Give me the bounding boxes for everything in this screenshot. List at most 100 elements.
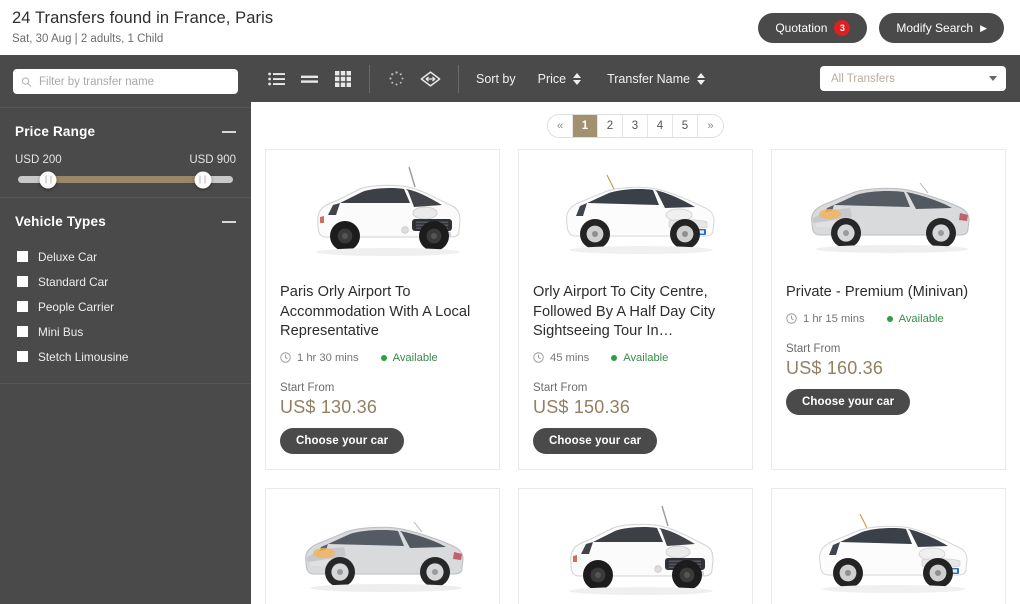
vehicle-type-option[interactable]: Deluxe Car bbox=[15, 244, 236, 269]
transfer-card[interactable]: Orly Airport To City Centre, bbox=[771, 487, 1006, 604]
transfer-search-results-page: 24 Transfers found in France, Paris Sat,… bbox=[0, 0, 1020, 604]
results-grid-row-1: Paris Orly Airport To Accommodation With… bbox=[251, 149, 1020, 470]
pagination-wrap: « 1 2 3 4 5 » bbox=[251, 102, 1020, 149]
results-grid-row-2: Private - Premium bbox=[251, 487, 1020, 604]
price-range-handle-min[interactable] bbox=[39, 171, 57, 188]
transfer-card-body: Orly Airport To City Centre, Followed By… bbox=[519, 272, 752, 469]
transfer-card-body: Paris Orly Airport To Accommodation With… bbox=[266, 272, 499, 469]
search-input[interactable] bbox=[39, 69, 238, 94]
vehicle-types-list: Deluxe Car Standard Car People Carrier M… bbox=[15, 244, 236, 369]
page-title: 24 Transfers found in France, Paris bbox=[12, 9, 274, 27]
price-range-collapse-icon[interactable] bbox=[222, 130, 236, 133]
checkbox-icon[interactable] bbox=[17, 301, 28, 312]
pagination-page-4[interactable]: 4 bbox=[648, 115, 673, 137]
quotation-button[interactable]: Quotation 3 bbox=[758, 13, 868, 43]
vehicle-types-collapse-icon[interactable] bbox=[222, 220, 236, 223]
price-range-filter: Price Range USD 200 USD 900 bbox=[0, 108, 251, 198]
grid-view-icon[interactable] bbox=[333, 69, 352, 88]
caret-right-icon: ▶ bbox=[980, 22, 987, 33]
transfer-title: Paris Orly Airport To Accommodation With… bbox=[280, 284, 471, 339]
choose-your-car-button[interactable]: Choose your car bbox=[533, 427, 658, 454]
vehicle-image-white-hatchback bbox=[523, 492, 748, 604]
page-title-block: 24 Transfers found in France, Paris Sat,… bbox=[8, 8, 273, 46]
filters-sidebar: Price Range USD 200 USD 900 Vehicle Type… bbox=[0, 55, 251, 604]
sort-by-label: Sort by bbox=[476, 71, 516, 86]
sort-option-price-label: Price bbox=[537, 71, 567, 86]
vehicle-type-label: Standard Car bbox=[38, 274, 109, 289]
view-mode-group bbox=[267, 69, 352, 88]
availability-dot-icon bbox=[380, 354, 387, 361]
price-range-handle-max[interactable] bbox=[194, 171, 212, 188]
price-range-slider[interactable] bbox=[18, 171, 233, 188]
pagination-page-5[interactable]: 5 bbox=[673, 115, 698, 137]
start-from-label: Start From bbox=[533, 381, 588, 394]
pagination-page-2[interactable]: 2 bbox=[598, 115, 623, 137]
checkbox-icon[interactable] bbox=[17, 351, 28, 362]
sidebar-search-zone bbox=[0, 55, 251, 108]
pagination-next[interactable]: » bbox=[698, 115, 723, 137]
transfer-availability: Available bbox=[380, 352, 438, 364]
clock-icon bbox=[280, 352, 291, 363]
vehicle-type-option[interactable]: Standard Car bbox=[15, 269, 236, 294]
transfer-meta: 1 hr 15 mins Available bbox=[786, 313, 991, 325]
transfer-duration: 45 mins bbox=[533, 352, 589, 364]
transfer-card[interactable]: Private - Premium bbox=[265, 487, 500, 604]
choose-your-car-button[interactable]: Choose your car bbox=[280, 427, 405, 454]
sort-toggle-icon bbox=[697, 72, 705, 85]
choose-your-car-button[interactable]: Choose your car bbox=[786, 388, 911, 415]
vehicle-image-white-hatchback bbox=[270, 154, 495, 272]
vehicle-type-label: People Carrier bbox=[38, 299, 115, 314]
transfer-filter-selected-value: All Transfers bbox=[831, 72, 895, 85]
transfer-price: US$ 150.36 bbox=[533, 396, 631, 417]
pagination-page-3[interactable]: 3 bbox=[623, 115, 648, 137]
results-toolbar: Sort by Price Transfer Name All Transfer… bbox=[251, 55, 1020, 102]
vehicle-type-option[interactable]: Stetch Limousine bbox=[15, 344, 236, 369]
loading-spinner-icon[interactable] bbox=[387, 69, 406, 88]
pagination-prev[interactable]: « bbox=[548, 115, 573, 137]
transfer-title: Orly Airport To City Centre, Followed By… bbox=[533, 284, 716, 339]
vehicle-image-white-sedan-hyundai bbox=[776, 492, 1001, 604]
transfer-duration-label: 45 mins bbox=[550, 351, 590, 364]
transfer-duration-label: 1 hr 15 mins bbox=[803, 312, 865, 325]
availability-dot-icon bbox=[886, 315, 893, 322]
vehicle-image-silver-sedan-nissan bbox=[270, 492, 495, 604]
quotation-button-label: Quotation bbox=[775, 21, 828, 35]
transfer-filter-select[interactable]: All Transfers bbox=[820, 66, 1006, 91]
price-max-label: USD 900 bbox=[189, 154, 236, 166]
checkbox-icon[interactable] bbox=[17, 251, 28, 262]
transfer-card[interactable]: Paris Orly Airport To bbox=[518, 487, 753, 604]
price-min-label: USD 200 bbox=[15, 154, 62, 166]
compact-view-icon[interactable] bbox=[300, 69, 319, 88]
pagination-page-1[interactable]: 1 bbox=[573, 115, 598, 137]
tool-icons-group bbox=[387, 69, 441, 88]
start-from-label: Start From bbox=[280, 381, 335, 394]
transfer-card[interactable]: Paris Orly Airport To Accommodation With… bbox=[265, 149, 500, 470]
transfer-card[interactable]: Orly Airport To City Centre, Followed By… bbox=[518, 149, 753, 470]
sort-option-price[interactable]: Price bbox=[537, 71, 582, 86]
checkbox-icon[interactable] bbox=[17, 276, 28, 287]
checkbox-icon[interactable] bbox=[17, 326, 28, 337]
list-view-icon[interactable] bbox=[267, 69, 286, 88]
transfer-price: US$ 130.36 bbox=[280, 396, 378, 417]
vehicle-type-label: Deluxe Car bbox=[38, 249, 98, 264]
vehicle-type-option[interactable]: Mini Bus bbox=[15, 319, 236, 344]
modify-search-button[interactable]: Modify Search ▶ bbox=[879, 13, 1004, 43]
price-range-title: Price Range bbox=[15, 124, 96, 139]
page-header: 24 Transfers found in France, Paris Sat,… bbox=[0, 0, 1020, 55]
transfer-availability-label: Available bbox=[623, 351, 669, 364]
sort-option-transfer-name-label: Transfer Name bbox=[607, 71, 690, 86]
price-range-labels: USD 200 USD 900 bbox=[15, 154, 236, 166]
compare-arrows-icon[interactable] bbox=[419, 69, 441, 88]
transfer-title: Private - Premium (Minivan) bbox=[786, 284, 969, 300]
header-actions: Quotation 3 Modify Search ▶ bbox=[758, 8, 1008, 43]
transfer-card[interactable]: Private - Premium (Minivan) 1 hr 15 mins bbox=[771, 149, 1006, 470]
search-box[interactable] bbox=[13, 69, 238, 94]
vehicle-types-title: Vehicle Types bbox=[15, 214, 106, 229]
price-range-header: Price Range bbox=[15, 124, 236, 139]
search-icon bbox=[21, 76, 32, 87]
transfer-meta: 45 mins Available bbox=[533, 352, 738, 364]
chevron-down-icon bbox=[989, 76, 997, 81]
vehicle-type-option[interactable]: People Carrier bbox=[15, 294, 236, 319]
availability-dot-icon bbox=[611, 354, 618, 361]
sort-option-transfer-name[interactable]: Transfer Name bbox=[607, 72, 705, 86]
